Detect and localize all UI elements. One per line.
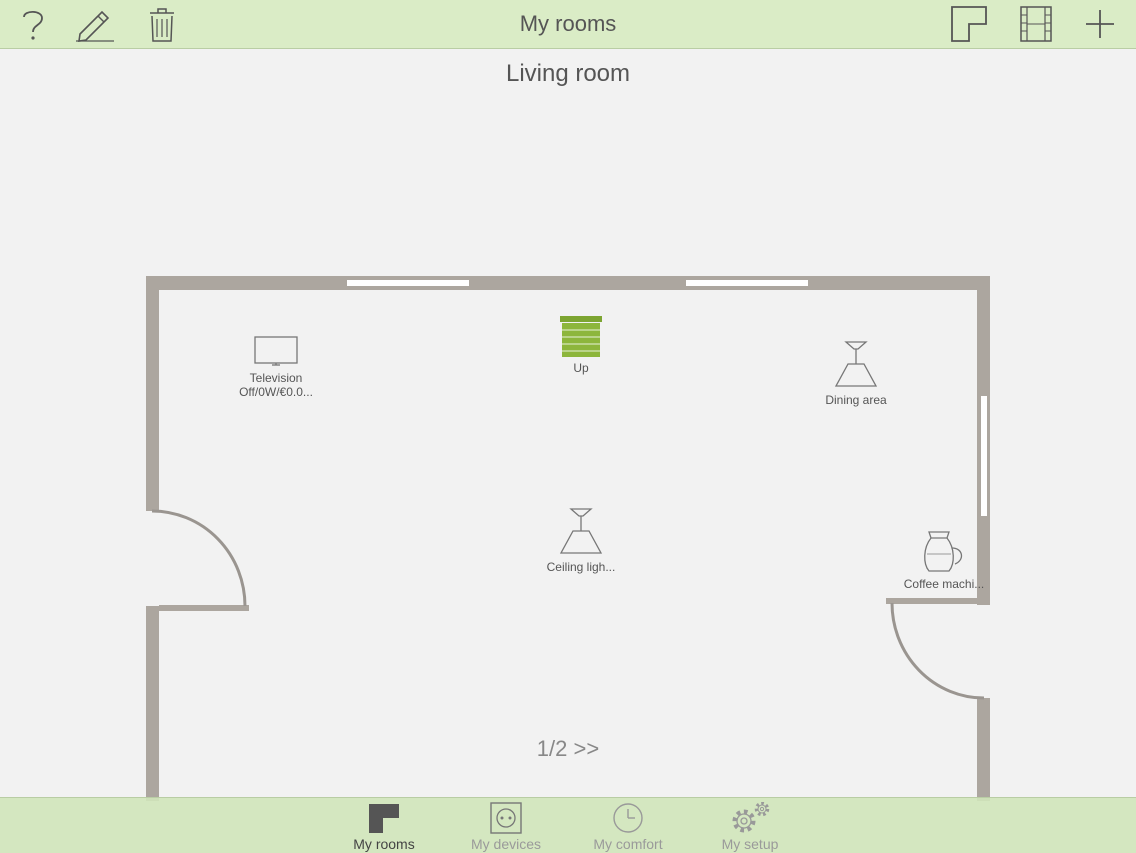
device-ceiling-light[interactable]: Ceiling ligh... <box>531 507 631 574</box>
tab-my-rooms[interactable]: My rooms <box>329 802 439 852</box>
page-indicator[interactable]: 1/2 >> <box>0 736 1136 762</box>
tab-bar: My rooms My devices My comfort My setup <box>0 797 1136 853</box>
ceiling-lamp-icon <box>559 508 603 554</box>
device-name: Ceiling ligh... <box>546 560 616 574</box>
device-television[interactable]: Television Off/0W/€0.0... <box>226 336 326 399</box>
device-name: Television <box>249 371 303 385</box>
rooms-icon <box>369 804 399 833</box>
television-icon <box>254 336 298 366</box>
device-name: Coffee machi... <box>903 577 985 591</box>
tab-my-devices[interactable]: My devices <box>451 802 561 852</box>
device-blind[interactable]: Up <box>551 316 611 375</box>
device-name: Dining area <box>825 393 887 407</box>
ceiling-lamp-icon <box>834 341 878 387</box>
device-status: Off/0W/€0.0... <box>239 385 313 399</box>
clock-icon <box>613 803 643 833</box>
device-dining-area[interactable]: Dining area <box>806 340 906 407</box>
coffee-machine-icon <box>924 531 963 572</box>
tab-my-setup[interactable]: My setup <box>695 802 805 852</box>
tab-label: My comfort <box>593 836 663 852</box>
tab-label: My rooms <box>353 836 415 852</box>
blind-icon <box>560 316 602 357</box>
tab-my-comfort[interactable]: My comfort <box>573 802 683 852</box>
device-name: Up <box>573 361 589 375</box>
floor-plan <box>146 276 990 801</box>
tab-label: My devices <box>470 836 542 852</box>
tab-label: My setup <box>721 836 779 852</box>
socket-icon <box>490 802 522 834</box>
device-coffee-machine[interactable]: Coffee machi... <box>896 530 992 591</box>
gear-icon <box>732 802 770 833</box>
